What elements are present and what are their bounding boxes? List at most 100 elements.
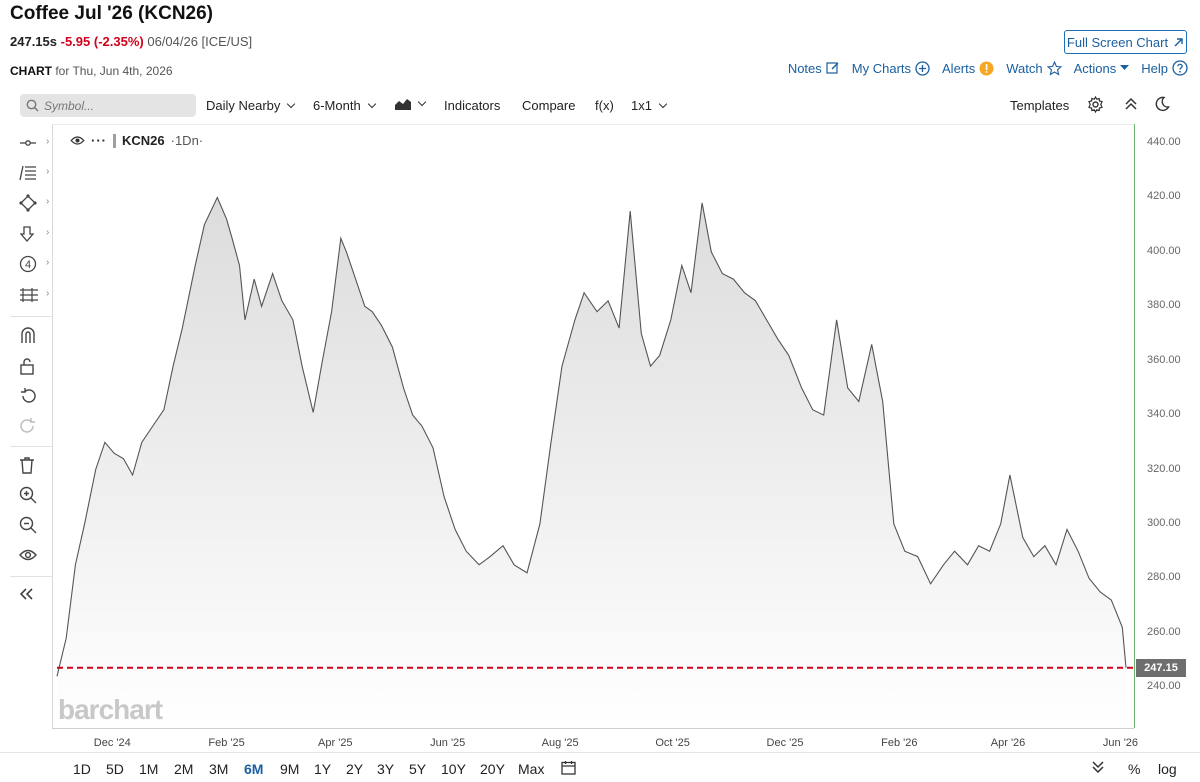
fibonacci-icon (19, 165, 36, 181)
series-interval: ·1Dn· (170, 133, 204, 148)
period-20y[interactable]: 20Y (480, 761, 505, 777)
full-screen-chart-button[interactable]: Full Screen Chart (1064, 30, 1187, 54)
number-tool[interactable]: 4 › (19, 253, 49, 275)
period-dropdown[interactable]: 6-Month (313, 98, 376, 113)
y-tick-label: 380.00 (1147, 299, 1181, 312)
chevron-right-icon: › (46, 288, 50, 299)
expand-bottom-button[interactable] (1092, 760, 1104, 776)
x-tick-label: Apr '25 (318, 737, 353, 749)
help-button[interactable]: Help (1141, 60, 1188, 76)
period-10y[interactable]: 10Y (441, 761, 466, 777)
fx-button[interactable]: f(x) (595, 98, 614, 113)
y-tick-label: 260.00 (1147, 625, 1181, 638)
period-2y[interactable]: 2Y (346, 761, 363, 777)
watch-button[interactable]: Watch (1006, 60, 1062, 76)
chart-panel[interactable] (52, 124, 1134, 728)
symbol-input[interactable] (44, 98, 184, 113)
more-options-icon[interactable]: ··· (91, 133, 107, 148)
line-tool-icon (20, 140, 36, 146)
zoom-in-button[interactable] (19, 484, 45, 506)
moon-icon (1155, 96, 1170, 112)
top-actions: Notes My Charts Alerts Watch Actions Hel… (788, 60, 1188, 76)
layout-dropdown[interactable]: 1x1 (631, 98, 668, 113)
last-price-tag: 247.15 (1136, 658, 1186, 677)
chevron-right-icon: › (46, 196, 50, 207)
chevron-right-icon: › (46, 166, 50, 177)
alerts-button[interactable]: Alerts (942, 61, 994, 76)
measure-icon (20, 288, 38, 302)
aggregation-dropdown[interactable]: Daily Nearby (206, 98, 296, 113)
gear-icon (1088, 96, 1103, 113)
star-icon (1046, 60, 1062, 76)
calendar-button[interactable] (561, 760, 576, 778)
toolbar-divider (10, 316, 52, 317)
visibility-button[interactable] (19, 544, 45, 566)
redo-button[interactable] (19, 415, 45, 437)
arrow-tool[interactable]: › (19, 223, 49, 245)
alert-icon (979, 61, 994, 75)
notes-button[interactable]: Notes (788, 61, 840, 76)
period-9m[interactable]: 9M (280, 761, 299, 777)
area-chart-icon (395, 99, 411, 110)
y-tick-label: 240.00 (1147, 680, 1181, 693)
indicators-button[interactable]: Indicators (444, 98, 500, 113)
chevron-down-icon (417, 97, 427, 107)
period-3y[interactable]: 3Y (377, 761, 394, 777)
symbol-search[interactable] (20, 94, 196, 117)
period-1y[interactable]: 1Y (314, 761, 331, 777)
dark-mode-button[interactable] (1154, 96, 1170, 112)
period-5d[interactable]: 5D (106, 761, 124, 777)
my-charts-button[interactable]: My Charts (852, 61, 930, 76)
chevron-down-icon (658, 99, 668, 108)
line-tool[interactable]: › (19, 132, 49, 154)
collapse-header-button[interactable] (1124, 97, 1138, 111)
zoom-out-button[interactable] (19, 514, 45, 536)
period-5y[interactable]: 5Y (409, 761, 426, 777)
y-tick-label: 360.00 (1147, 353, 1181, 366)
period-6m[interactable]: 6M (244, 761, 263, 777)
shape-tool[interactable]: › (19, 192, 49, 214)
x-axis-line (52, 728, 1134, 729)
redo-icon (20, 418, 35, 433)
x-tick-label: Apr '26 (990, 737, 1026, 749)
actions-button[interactable]: Actions (1074, 61, 1130, 76)
collapse-toolbar-button[interactable] (19, 583, 45, 605)
chart-type-dropdown[interactable] (395, 97, 427, 110)
alerts-label: Alerts (942, 60, 976, 76)
period-3m[interactable]: 3M (209, 761, 228, 777)
fibonacci-tool[interactable]: › (19, 162, 49, 184)
actions-label: Actions (1073, 60, 1117, 76)
y-tick-label: 440.00 (1147, 136, 1181, 149)
external-arrow-icon (1174, 37, 1183, 46)
quote-line: 247.15s -5.95 (-2.35%) 06/04/26 [ICE/US] (10, 34, 252, 49)
percent-toggle[interactable]: % (1128, 761, 1140, 777)
lock-tool[interactable] (19, 355, 45, 377)
shape-icon (19, 194, 37, 212)
eye-icon[interactable] (70, 135, 85, 146)
period-1d[interactable]: 1D (73, 761, 91, 777)
measure-tool[interactable]: › (19, 284, 49, 306)
eye-icon (19, 549, 37, 561)
period-2m[interactable]: 2M (174, 761, 193, 777)
period-max[interactable]: Max (518, 761, 544, 777)
undo-button[interactable] (19, 385, 45, 407)
delete-drawings-button[interactable] (19, 454, 45, 476)
x-tick-label: Feb '26 (881, 737, 918, 749)
y-tick-label: 420.00 (1147, 190, 1181, 203)
magnet-tool[interactable] (19, 324, 45, 346)
double-chevron-up-icon (1125, 97, 1137, 110)
page-title: Coffee Jul '26 (KCN26) (10, 3, 214, 24)
compare-button[interactable]: Compare (522, 98, 575, 113)
settings-button[interactable] (1087, 96, 1104, 113)
log-toggle[interactable]: log (1158, 761, 1177, 777)
chart-date: for Thu, Jun 4th, 2026 (55, 64, 173, 78)
watch-label: Watch (1006, 60, 1043, 76)
chevron-down-icon (367, 99, 376, 108)
y-axis-line (1134, 124, 1135, 728)
plus-circle-icon (915, 60, 930, 76)
price-change: -5.95 (-2.35%) (60, 34, 144, 49)
y-tick-label: 400.00 (1147, 244, 1181, 257)
templates-button[interactable]: Templates (1010, 98, 1069, 113)
x-tick-label: Jun '25 (430, 737, 466, 749)
period-1m[interactable]: 1M (139, 761, 158, 777)
